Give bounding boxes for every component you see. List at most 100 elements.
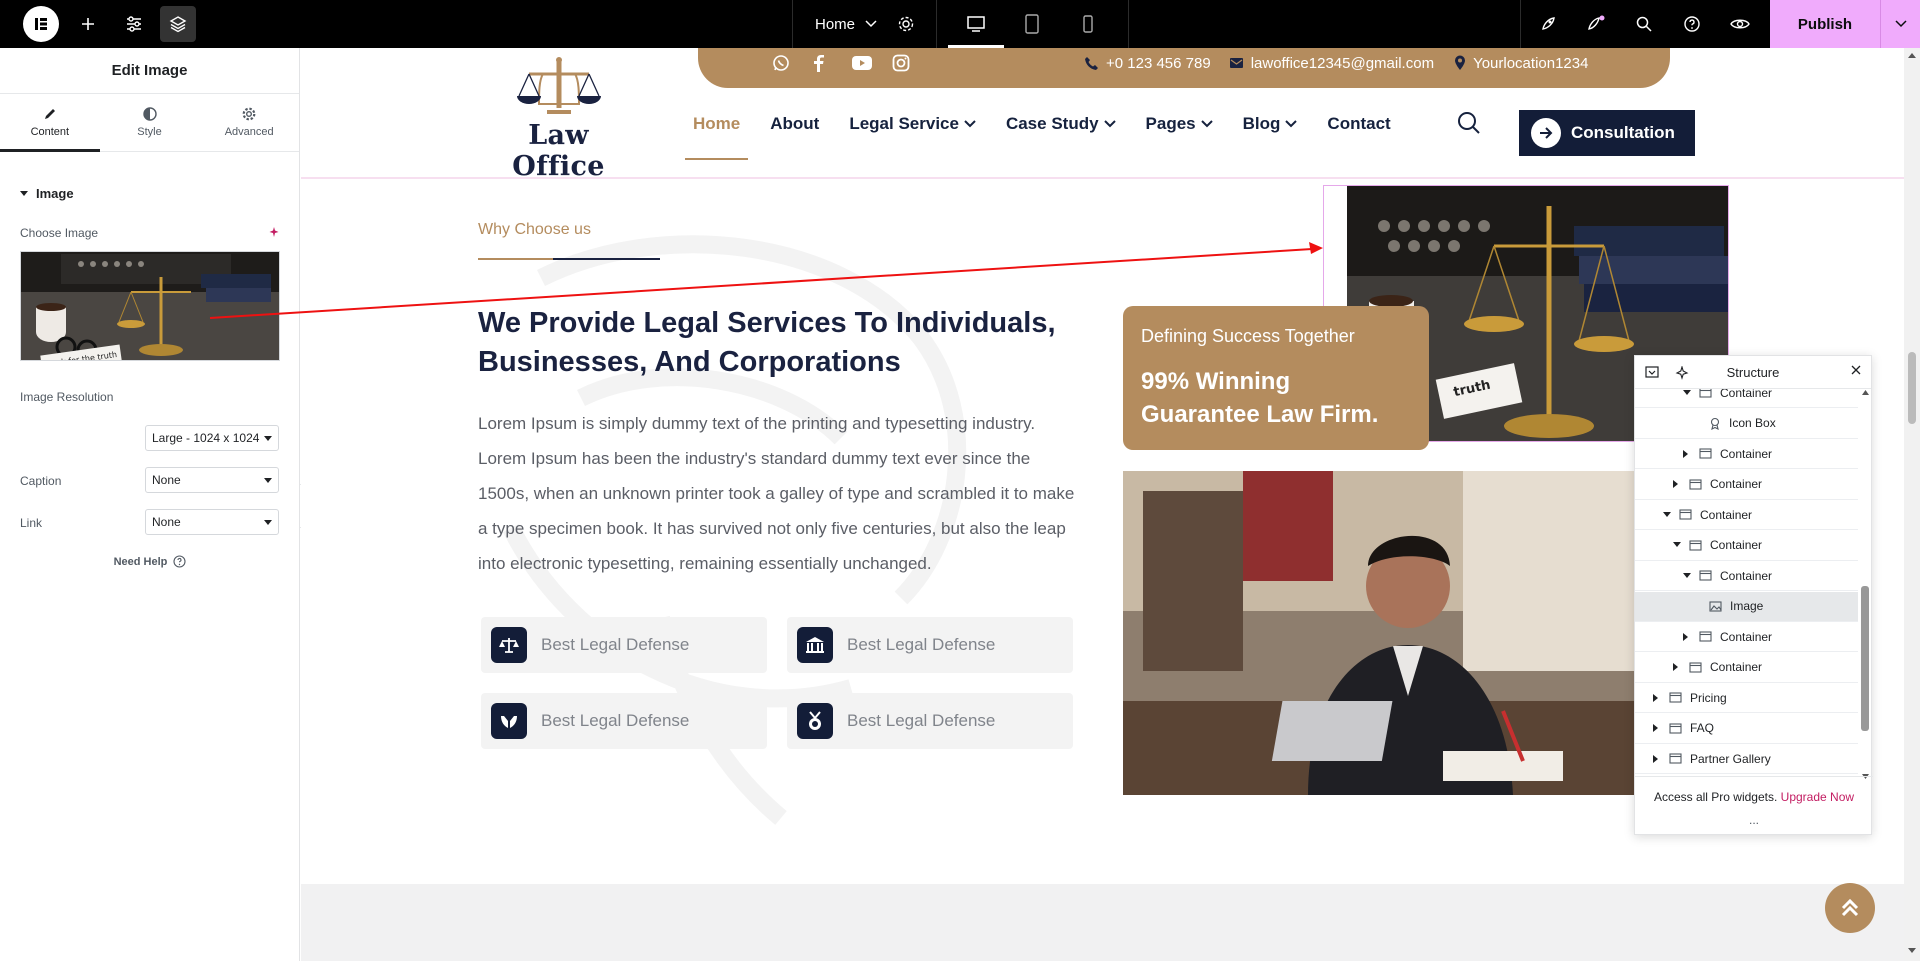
site-logo[interactable]: Law Office xyxy=(486,56,631,182)
panel-title: Edit Image xyxy=(0,48,299,94)
nav-item-blog[interactable]: Blog xyxy=(1243,114,1298,134)
youtube-icon[interactable] xyxy=(852,56,872,70)
structure-item-label: Partner Gallery xyxy=(1690,751,1771,766)
nav-item-case-study[interactable]: Case Study xyxy=(1006,114,1116,134)
publish-button[interactable]: Publish xyxy=(1770,0,1880,48)
container-icon xyxy=(1699,570,1712,581)
nav-label: About xyxy=(770,114,820,133)
topbar-divider xyxy=(1128,0,1129,48)
caret-down-icon[interactable] xyxy=(1663,511,1673,518)
scrollbar-thumb[interactable] xyxy=(1861,586,1869,731)
need-help-link[interactable]: Need Help xyxy=(0,555,300,568)
caret-down-icon[interactable] xyxy=(1683,389,1693,396)
drag-handle[interactable]: ... xyxy=(1635,813,1873,827)
caret-right-icon[interactable] xyxy=(1673,663,1683,671)
site-logo-text: Law Office xyxy=(512,120,605,182)
container-icon xyxy=(1669,753,1682,764)
structure-item[interactable]: Container xyxy=(1635,622,1858,652)
structure-item[interactable]: Container xyxy=(1635,439,1858,469)
image-preview[interactable]: Seek for the truth xyxy=(20,251,280,361)
caret-right-icon[interactable] xyxy=(1653,724,1663,732)
email-info[interactable]: lawoffice12345@gmail.com xyxy=(1229,55,1434,72)
nav-label: Pages xyxy=(1145,114,1196,133)
nav-item-legal-service[interactable]: Legal Service xyxy=(849,114,976,134)
image-icon xyxy=(1709,600,1722,612)
tab-advanced[interactable]: Advanced xyxy=(199,94,299,151)
help-icon xyxy=(173,555,186,568)
tablet-view-button[interactable] xyxy=(1004,0,1060,48)
container-icon xyxy=(1699,389,1712,398)
finder-button[interactable] xyxy=(1624,0,1664,48)
structure-item[interactable]: Container xyxy=(1635,561,1858,591)
caret-down-icon xyxy=(264,520,272,525)
nav-item-pages[interactable]: Pages xyxy=(1146,114,1213,134)
nav-item-contact[interactable]: Contact xyxy=(1327,114,1390,134)
sparkle-icon xyxy=(268,226,280,238)
add-element-button[interactable] xyxy=(68,0,108,48)
structure-item-label: Container xyxy=(1720,629,1773,644)
caret-down-icon[interactable] xyxy=(1673,542,1683,548)
tab-content[interactable]: Content xyxy=(0,94,100,152)
tab-style[interactable]: Style xyxy=(100,94,200,151)
canvas-scrollbar[interactable] xyxy=(1904,48,1920,961)
site-search-button[interactable] xyxy=(1456,110,1482,136)
launchpad-button[interactable] xyxy=(1528,0,1568,48)
structure-item[interactable]: Container xyxy=(1635,653,1858,683)
scroll-up-icon[interactable] xyxy=(1862,390,1869,395)
elementor-menu-button[interactable] xyxy=(20,0,62,48)
publish-options-button[interactable] xyxy=(1880,0,1920,48)
section-toggle-image[interactable]: Image xyxy=(20,186,74,201)
structure-item[interactable]: Pricing xyxy=(1635,683,1858,713)
page-selector[interactable]: Home xyxy=(798,0,894,48)
instagram-icon[interactable] xyxy=(892,54,912,72)
upgrade-now-link[interactable]: Upgrade Now xyxy=(1781,790,1854,804)
close-icon[interactable] xyxy=(1851,365,1861,375)
consultation-button[interactable]: Consultation xyxy=(1519,110,1695,156)
scroll-up-icon[interactable] xyxy=(1908,52,1916,58)
structure-scrollbar[interactable] xyxy=(1858,390,1872,779)
location-text: Yourlocation1234 xyxy=(1473,54,1589,72)
help-button[interactable] xyxy=(1672,0,1712,48)
structure-item[interactable]: Container xyxy=(1635,389,1858,408)
preview-button[interactable] xyxy=(1720,0,1760,48)
structure-item[interactable]: FAQ xyxy=(1635,714,1858,744)
elementor-logo-icon xyxy=(23,6,59,42)
caret-right-icon[interactable] xyxy=(1683,632,1693,641)
link-select[interactable]: None xyxy=(145,509,279,535)
caret-right-icon[interactable] xyxy=(1653,754,1663,763)
caption-select[interactable]: None xyxy=(145,467,279,493)
phone-info[interactable]: +0 123 456 789 xyxy=(1084,55,1211,72)
tab-label: Content xyxy=(30,126,70,138)
topbar-divider xyxy=(1520,0,1521,48)
whats-new-button[interactable] xyxy=(1576,0,1616,48)
structure-item[interactable]: Partner Gallery xyxy=(1635,744,1858,774)
caret-down-icon[interactable] xyxy=(1683,572,1693,579)
structure-item[interactable]: Icon Box xyxy=(1635,409,1858,439)
desktop-view-button[interactable] xyxy=(948,0,1004,48)
container-icon xyxy=(1679,509,1692,520)
facebook-icon[interactable] xyxy=(812,54,832,72)
image-resolution-select[interactable]: Large - 1024 x 1024 xyxy=(145,425,279,451)
scroll-to-top-button[interactable] xyxy=(1825,883,1875,933)
feature-label: Best Legal Defense xyxy=(541,635,690,654)
structure-item-label: FAQ xyxy=(1690,721,1715,735)
nav-item-home[interactable]: Home xyxy=(684,114,749,160)
location-info[interactable]: Yourlocation1234 xyxy=(1454,55,1588,72)
caret-right-icon[interactable] xyxy=(1653,693,1663,702)
structure-button[interactable] xyxy=(160,6,196,42)
page-settings-button[interactable] xyxy=(886,0,926,48)
structure-item[interactable]: Image xyxy=(1635,591,1858,622)
mobile-view-button[interactable] xyxy=(1060,0,1116,48)
structure-item[interactable]: Container xyxy=(1635,500,1858,530)
chevron-down-icon xyxy=(865,20,877,28)
ai-sparkle-button[interactable] xyxy=(268,226,280,238)
structure-item[interactable]: Container xyxy=(1635,531,1858,561)
caret-right-icon[interactable] xyxy=(1673,480,1683,488)
scroll-down-icon[interactable] xyxy=(1908,948,1916,954)
structure-item[interactable]: Container xyxy=(1635,470,1858,500)
scrollbar-thumb[interactable] xyxy=(1908,352,1916,424)
site-settings-button[interactable] xyxy=(114,0,154,48)
caret-right-icon[interactable] xyxy=(1683,449,1693,458)
whatsapp-icon[interactable] xyxy=(772,54,792,72)
nav-item-about[interactable]: About xyxy=(770,114,819,134)
